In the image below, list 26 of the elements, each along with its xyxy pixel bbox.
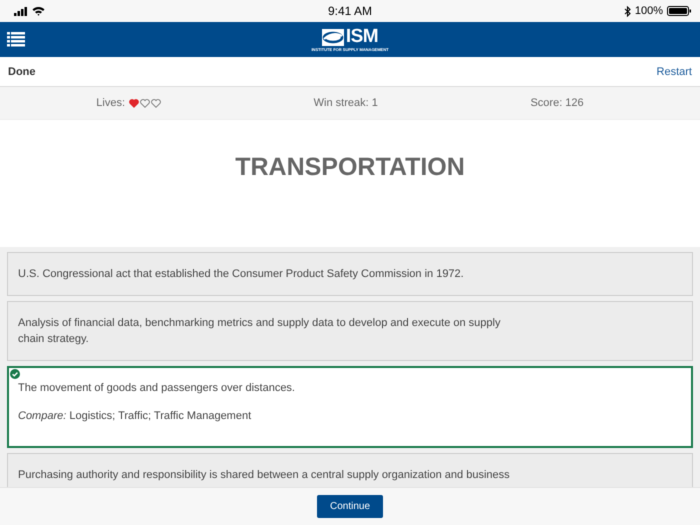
answer-text: Analysis of financial data, benchmarking metrics and supply data to develop and execute on supply chain strategy. xyxy=(18,316,502,347)
compare-text: Compare: Logistics; Traffic; Traffic Management xyxy=(18,409,252,424)
done-button[interactable]: Done xyxy=(0,64,44,80)
answer-card[interactable]: Purchasing authority and responsibility is shared between a central supply organization and business xyxy=(7,453,693,487)
answer-text: The movement of goods and passengers over distances. xyxy=(18,381,296,396)
list-menu-icon[interactable] xyxy=(7,32,25,47)
answer-text: U.S. Congressional act that established the Consumer Product Safety Commission in 1972. xyxy=(18,267,465,282)
clock-time: 9:41 AM xyxy=(328,4,372,18)
battery-icon xyxy=(667,6,692,16)
battery-percent: 100% xyxy=(634,5,663,17)
term-title: TRANSPORTATION xyxy=(235,153,465,182)
answer-card[interactable]: U.S. Congressional act that established the Consumer Product Safety Commission in 1972. xyxy=(7,252,693,296)
logo-text: ISM xyxy=(346,27,378,47)
signal-icon xyxy=(14,6,28,16)
lives-label: Lives: xyxy=(96,97,126,109)
score: Score: 126 xyxy=(530,97,584,109)
wifi-icon xyxy=(32,6,45,16)
answer-card[interactable]: The movement of goods and passengers over distances. Compare: Logistics; Traffic; Traffic Management xyxy=(7,366,693,448)
bluetooth-icon xyxy=(624,6,631,16)
win-streak: Win streak: 1 xyxy=(314,97,378,109)
answer-text: Purchasing authority and responsibility is shared between a central supply organization and business xyxy=(18,468,511,483)
logo-emblem-icon xyxy=(322,28,344,46)
answer-card[interactable]: Analysis of financial data, benchmarking metrics and supply data to develop and execute on supply chain strategy. xyxy=(7,301,693,361)
restart-button[interactable]: Restart xyxy=(648,64,700,80)
continue-button[interactable]: Continue xyxy=(317,495,383,518)
check-icon xyxy=(10,369,20,379)
